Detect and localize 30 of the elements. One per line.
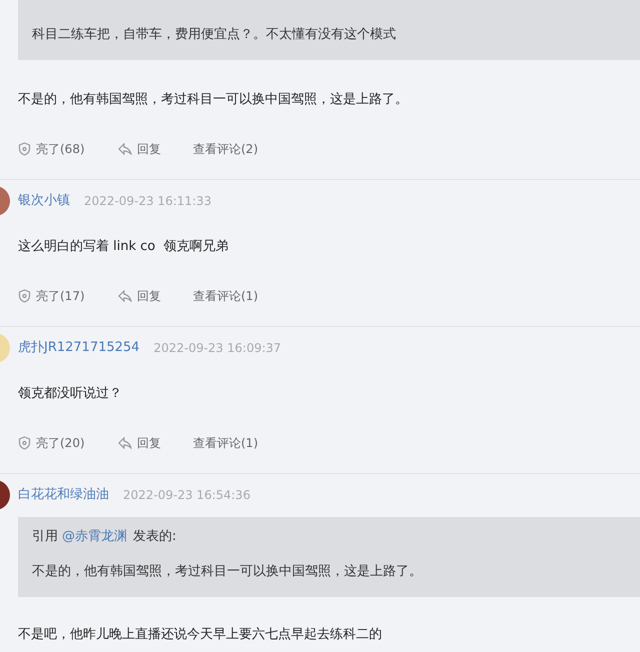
- comment-text: 不是的，他有韩国驾照，考过科目一可以换中国驾照，这是上路了。: [17, 91, 409, 110]
- post-time: 2022-09-23 16:09:37: [154, 340, 282, 357]
- comment-text: 领克都没听说过？: [17, 385, 123, 404]
- like-button[interactable]: 亮了(17): [18, 287, 85, 305]
- quote-text: 科目二练车把，自带车，费用便宜点？。不太懂有没有这个模式: [31, 26, 397, 44]
- shield-icon: [18, 142, 31, 156]
- comment-text: 不是吧，他昨儿晚上直播还说今天早上要六七点早起去练科二的: [17, 626, 383, 644]
- view-comments-button[interactable]: 查看评论(1): [193, 287, 258, 305]
- username-link[interactable]: 银次小镇: [18, 191, 70, 211]
- reply-arrow-icon: [118, 437, 132, 449]
- reply-arrow-icon: [118, 290, 132, 302]
- reply-button[interactable]: 回复: [118, 140, 161, 158]
- like-button[interactable]: 亮了(20): [18, 434, 85, 452]
- reply-button[interactable]: 回复: [118, 434, 161, 452]
- mention-link[interactable]: @赤霄龙渊: [62, 527, 127, 547]
- post-time: 2022-09-23 16:54:36: [123, 487, 250, 504]
- quote-label: 发表的:: [133, 528, 176, 546]
- shield-icon: [18, 289, 31, 303]
- username-link[interactable]: 白花花和绿油油: [18, 485, 109, 505]
- like-button[interactable]: 亮了(68): [18, 140, 85, 158]
- view-comments-button[interactable]: 查看评论(2): [193, 140, 258, 158]
- comment-text: 这么明白的写着 link co 领克啊兄弟: [17, 238, 230, 256]
- view-comments-button[interactable]: 查看评论(1): [193, 434, 258, 452]
- post-time: 2022-09-23 16:11:33: [84, 193, 212, 210]
- reply-button[interactable]: 回复: [118, 287, 161, 305]
- quote-label: 引用: [32, 528, 58, 546]
- reply-arrow-icon: [118, 143, 132, 155]
- quote-text: 不是的，他有韩国驾照，考过科目一可以换中国驾照，这是上路了。: [31, 563, 423, 582]
- shield-icon: [18, 436, 31, 450]
- username-link[interactable]: 虎扑JR1271715254: [18, 338, 140, 358]
